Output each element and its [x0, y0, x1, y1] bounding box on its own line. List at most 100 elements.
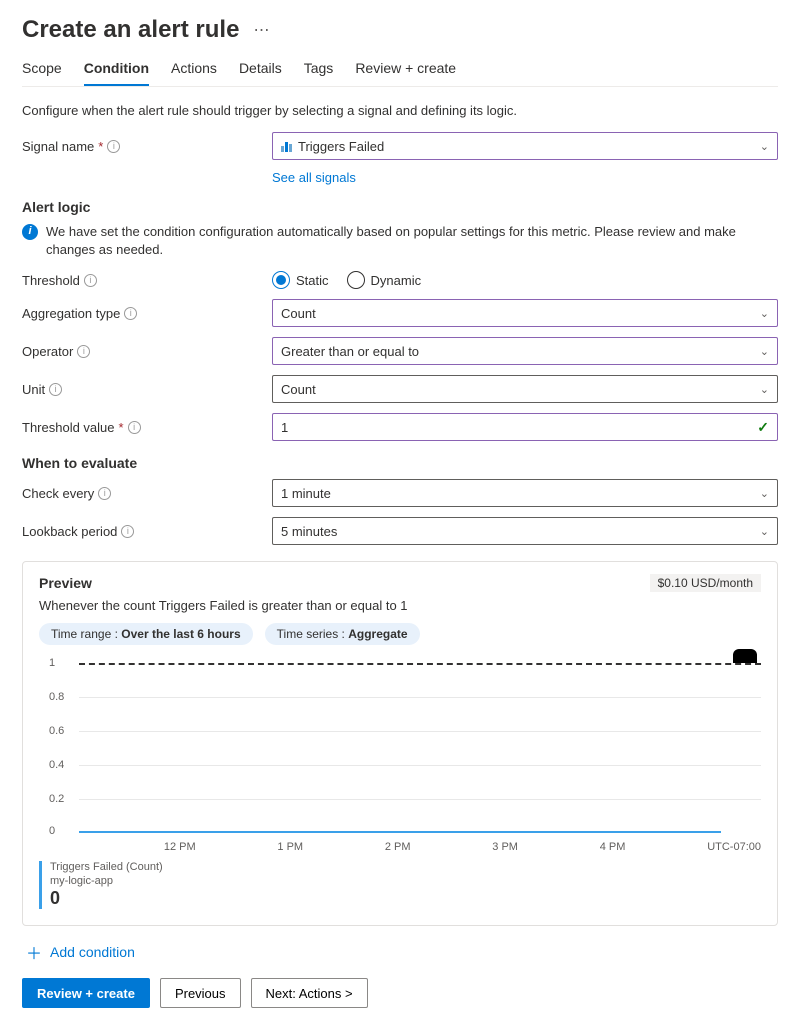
- time-series-pill[interactable]: Time series : Aggregate: [265, 623, 420, 645]
- more-icon[interactable]: ⋯: [247, 20, 275, 40]
- x-tick: 12 PM: [164, 841, 196, 853]
- info-icon[interactable]: i: [49, 383, 62, 396]
- unit-select[interactable]: Count ⌄: [272, 375, 778, 403]
- info-icon[interactable]: i: [107, 140, 120, 153]
- chevron-down-icon: ⌄: [760, 140, 769, 153]
- legend-resource: my-logic-app: [50, 875, 163, 888]
- info-icon[interactable]: i: [124, 307, 137, 320]
- y-tick: 1: [49, 657, 55, 669]
- signal-name-value: Triggers Failed: [298, 139, 384, 154]
- timezone-label: UTC-07:00: [707, 841, 761, 853]
- unit-text: Unit: [22, 382, 45, 397]
- next-button[interactable]: Next: Actions >: [251, 978, 368, 1008]
- y-tick: 0: [49, 825, 55, 837]
- plus-icon: ＋: [26, 940, 42, 964]
- legend-series-name: Triggers Failed (Count): [50, 861, 163, 874]
- tab-scope[interactable]: Scope: [22, 54, 62, 86]
- aggregation-type-value: Count: [281, 306, 316, 321]
- preview-chart: 1 0.8 0.6 0.4 0.2 0 . 12 PM 1 PM 2 PM 3 …: [39, 653, 761, 853]
- check-every-text: Check every: [22, 486, 94, 501]
- info-icon[interactable]: i: [121, 525, 134, 538]
- check-every-label: Check every i: [22, 486, 272, 501]
- add-condition-label: Add condition: [50, 944, 135, 960]
- check-every-value: 1 minute: [281, 486, 331, 501]
- threshold-label-text: Threshold: [22, 273, 80, 288]
- signal-name-label: Signal name * i: [22, 139, 272, 154]
- chevron-down-icon: ⌄: [760, 345, 769, 358]
- tab-review[interactable]: Review + create: [355, 54, 456, 86]
- preview-title: Preview: [39, 575, 92, 591]
- info-icon[interactable]: i: [98, 487, 111, 500]
- chevron-down-icon: ⌄: [760, 525, 769, 538]
- lookback-value: 5 minutes: [281, 524, 337, 539]
- page-title: Create an alert rule: [22, 16, 239, 44]
- review-create-button[interactable]: Review + create: [22, 978, 150, 1008]
- threshold-value-value: 1: [281, 420, 288, 435]
- time-range-value: Over the last 6 hours: [121, 627, 240, 641]
- metric-icon: [281, 140, 292, 152]
- operator-text: Operator: [22, 344, 73, 359]
- y-tick: 0.4: [49, 759, 64, 771]
- checkmark-icon: ✓: [757, 419, 769, 436]
- operator-label: Operator i: [22, 344, 272, 359]
- data-spike: [733, 649, 757, 663]
- gridline: [79, 799, 761, 800]
- previous-button[interactable]: Previous: [160, 978, 241, 1008]
- chevron-down-icon: ⌄: [760, 383, 769, 396]
- time-series-label: Time series :: [277, 627, 345, 641]
- operator-select[interactable]: Greater than or equal to ⌄: [272, 337, 778, 365]
- threshold-line: [79, 663, 761, 665]
- operator-value: Greater than or equal to: [281, 344, 419, 359]
- y-tick: 0.8: [49, 691, 64, 703]
- time-range-pill[interactable]: Time range : Over the last 6 hours: [39, 623, 253, 645]
- see-all-signals-link[interactable]: See all signals: [272, 170, 356, 185]
- time-series-value: Aggregate: [348, 627, 407, 641]
- x-tick: 3 PM: [492, 841, 518, 853]
- aggregation-type-label: Aggregation type i: [22, 306, 272, 321]
- gridline: [79, 765, 761, 766]
- threshold-value-label: Threshold value * i: [22, 420, 272, 435]
- alert-logic-heading: Alert logic: [22, 199, 778, 215]
- radio-icon: [272, 271, 290, 289]
- gridline: [79, 731, 761, 732]
- threshold-value-input[interactable]: 1 ✓: [272, 413, 778, 441]
- unit-value: Count: [281, 382, 316, 397]
- aggregation-type-select[interactable]: Count ⌄: [272, 299, 778, 327]
- required-icon: *: [119, 420, 124, 435]
- x-tick: 1 PM: [277, 841, 303, 853]
- tab-bar: Scope Condition Actions Details Tags Rev…: [22, 54, 778, 87]
- signal-name-select[interactable]: Triggers Failed ⌄: [272, 132, 778, 160]
- threshold-static-label: Static: [296, 273, 329, 288]
- radio-icon: [347, 271, 365, 289]
- tab-condition[interactable]: Condition: [84, 54, 149, 86]
- info-icon[interactable]: i: [84, 274, 97, 287]
- required-icon: *: [98, 139, 103, 154]
- preview-panel: Preview $0.10 USD/month Whenever the cou…: [22, 561, 778, 926]
- y-tick: 0.6: [49, 725, 64, 737]
- tab-details[interactable]: Details: [239, 54, 282, 86]
- lookback-text: Lookback period: [22, 524, 117, 539]
- x-tick: 2 PM: [385, 841, 411, 853]
- threshold-value-text: Threshold value: [22, 420, 115, 435]
- legend-value: 0: [50, 888, 163, 910]
- unit-label: Unit i: [22, 382, 272, 397]
- info-banner-text: We have set the condition configuration …: [46, 223, 778, 259]
- time-range-label: Time range :: [51, 627, 118, 641]
- threshold-label: Threshold i: [22, 273, 272, 288]
- lookback-label: Lookback period i: [22, 524, 272, 539]
- chevron-down-icon: ⌄: [760, 307, 769, 320]
- info-icon[interactable]: i: [77, 345, 90, 358]
- info-icon[interactable]: i: [128, 421, 141, 434]
- tab-tags[interactable]: Tags: [304, 54, 334, 86]
- aggregation-type-text: Aggregation type: [22, 306, 120, 321]
- check-every-select[interactable]: 1 minute ⌄: [272, 479, 778, 507]
- add-condition-button[interactable]: ＋ Add condition: [26, 940, 778, 964]
- lookback-select[interactable]: 5 minutes ⌄: [272, 517, 778, 545]
- gridline: [79, 697, 761, 698]
- data-line: [79, 831, 721, 833]
- threshold-dynamic-radio[interactable]: Dynamic: [347, 271, 422, 289]
- tab-actions[interactable]: Actions: [171, 54, 217, 86]
- threshold-static-radio[interactable]: Static: [272, 271, 329, 289]
- chevron-down-icon: ⌄: [760, 487, 769, 500]
- signal-name-text: Signal name: [22, 139, 94, 154]
